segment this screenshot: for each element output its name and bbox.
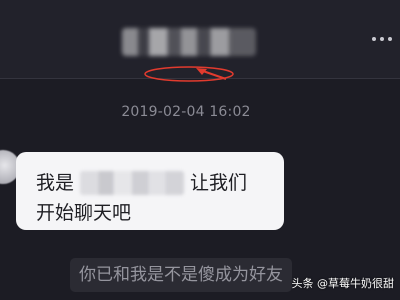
annotation-ellipse (144, 66, 234, 82)
more-options-icon[interactable] (372, 34, 394, 44)
message-suffix: 让我们 (190, 172, 248, 194)
watermark: 头条 @草莓牛奶很甜 (291, 277, 395, 290)
message-prefix: 我是 (36, 172, 75, 194)
dot (388, 37, 392, 41)
blurred-name-in-message (80, 171, 185, 195)
message-timestamp: 2019-02-04 16:02 (121, 104, 251, 120)
message-line-2: 开始聊天吧 (36, 202, 132, 224)
dot (380, 37, 384, 41)
dot (372, 37, 376, 41)
blurred-contact-name[interactable] (122, 28, 256, 56)
message-line-1: 我是 让我们 (36, 168, 266, 198)
friend-added-system-message: 你已和我是不是傻成为好友 (70, 258, 292, 292)
incoming-message-bubble[interactable]: 我是 让我们 开始聊天吧 (16, 152, 284, 230)
red-annotation-ellipse-arrow (144, 66, 234, 82)
